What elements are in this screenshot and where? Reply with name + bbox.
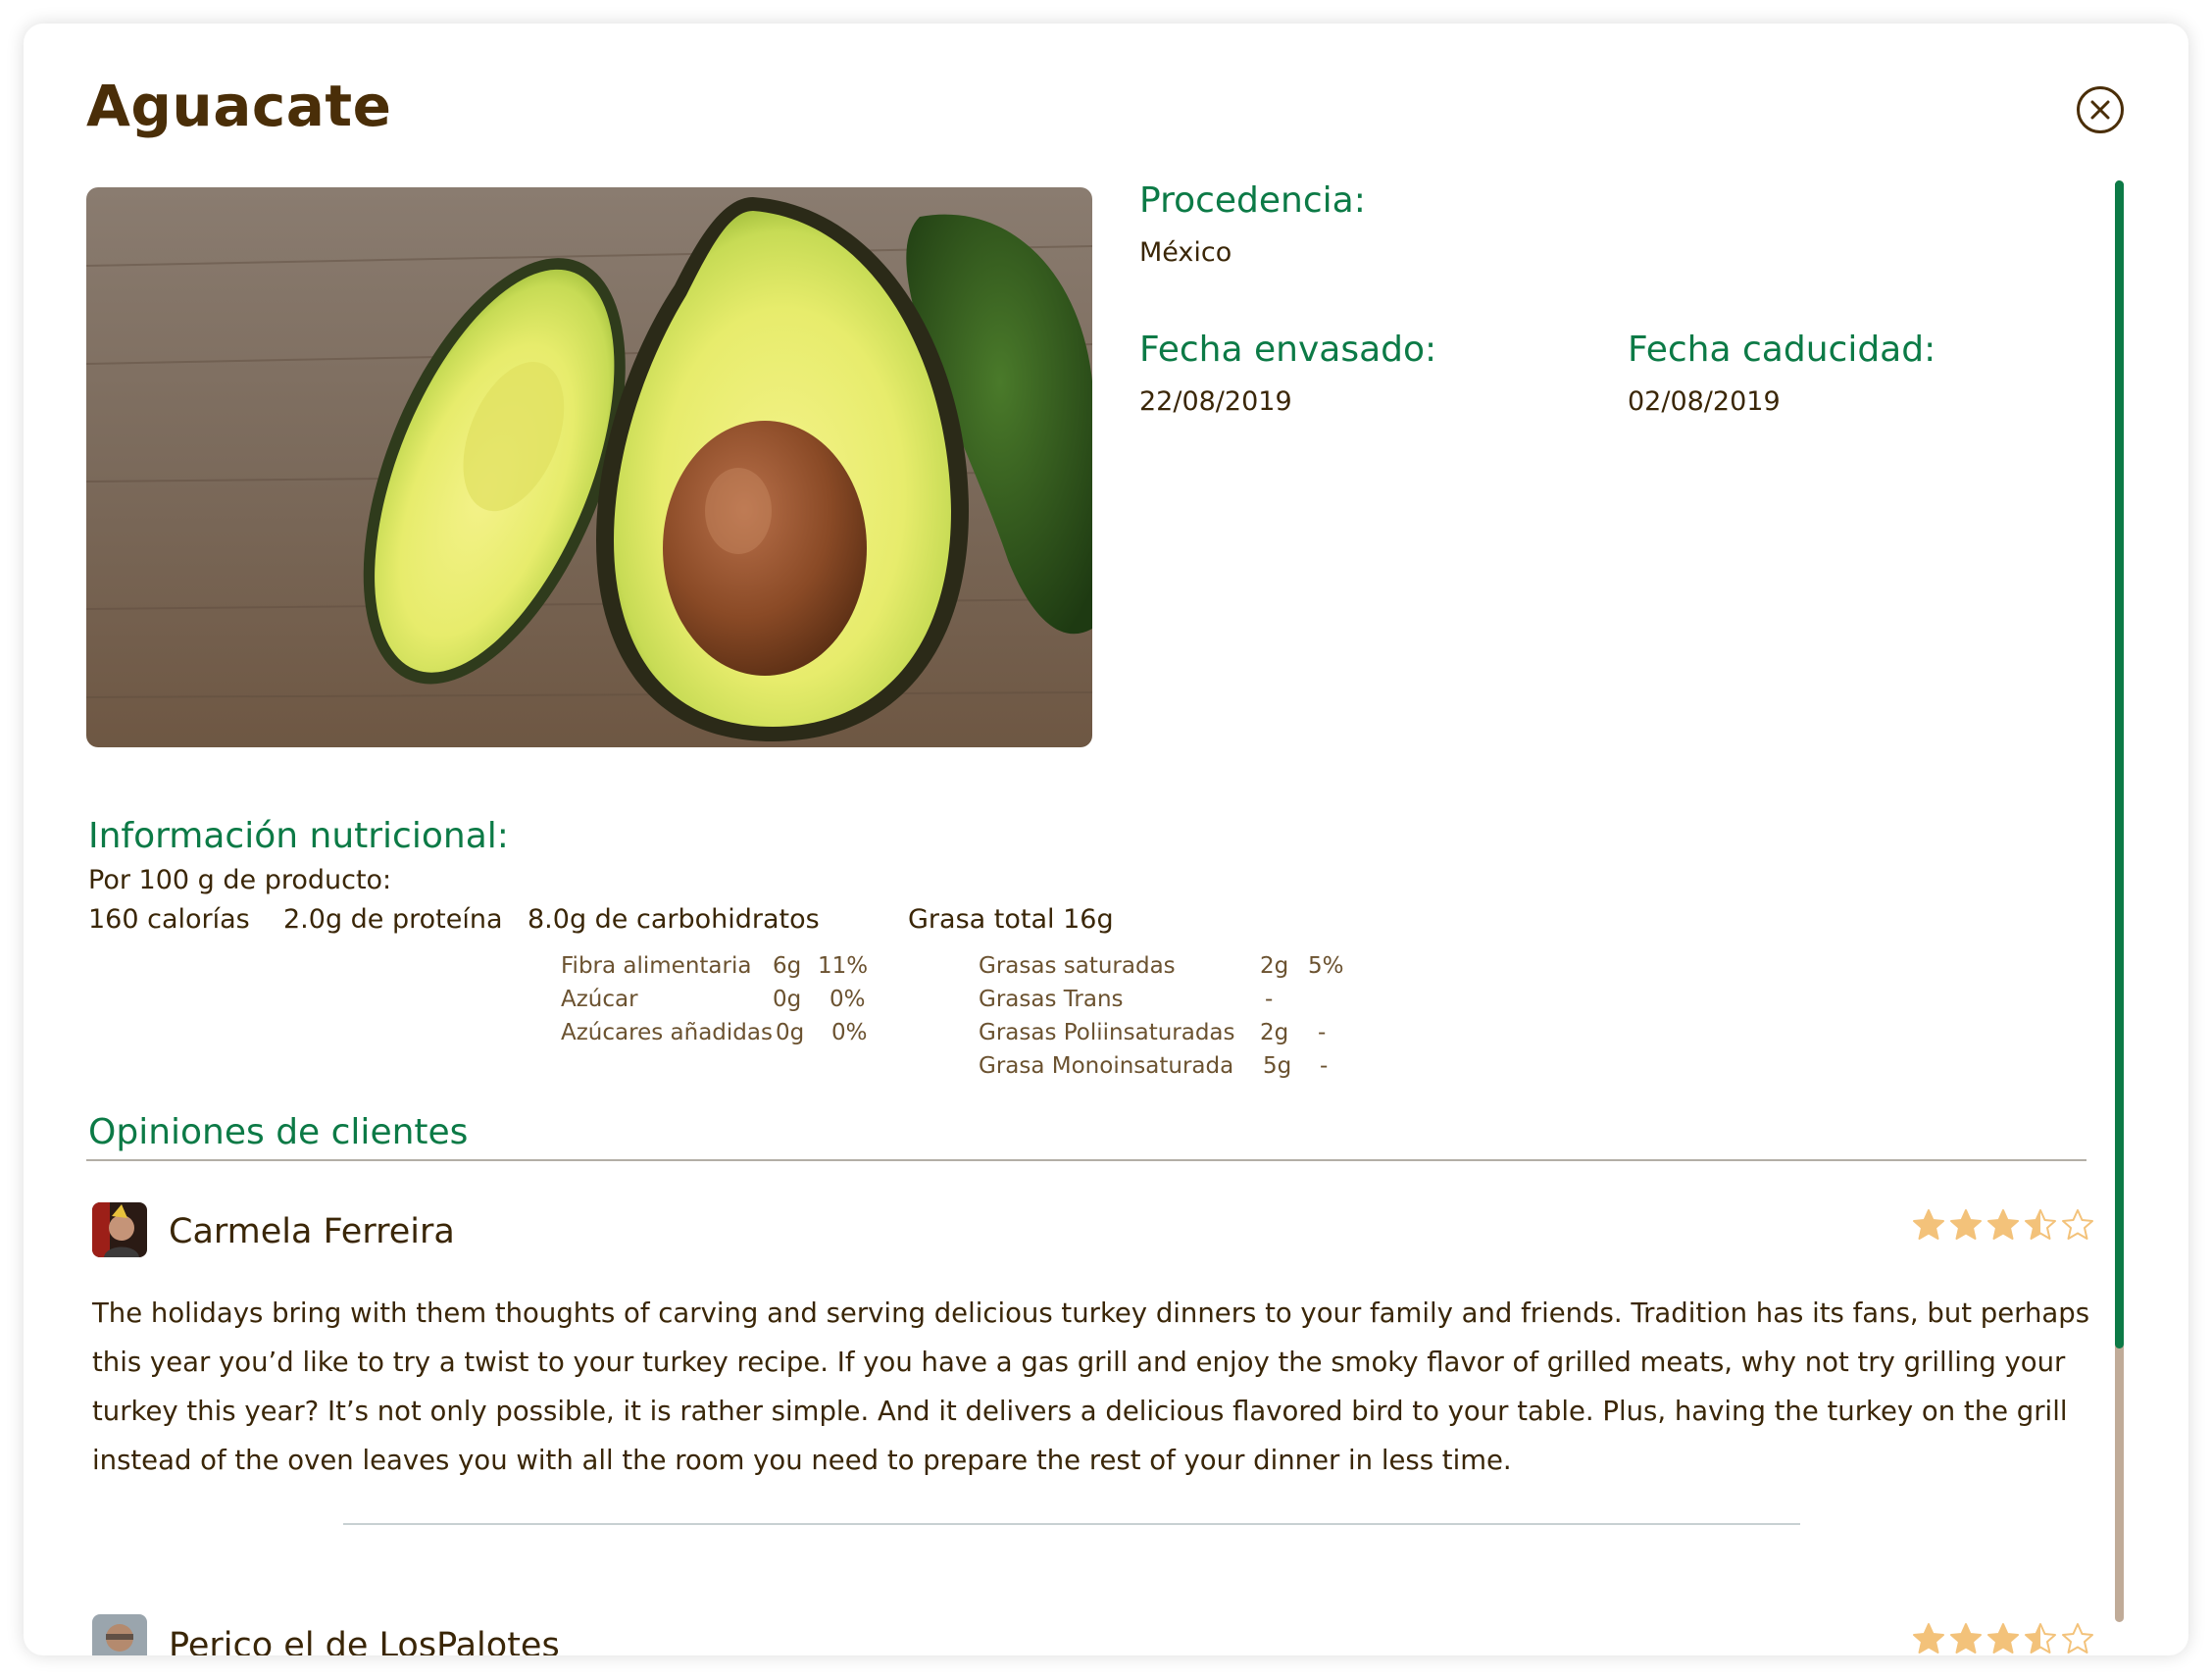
protein-value: 2.0g de proteína (283, 904, 503, 935)
user-avatar-icon (92, 1202, 147, 1257)
user-avatar-icon (92, 1614, 147, 1655)
avocado-image (86, 187, 1092, 747)
carbs-value: 8.0g de carbohidratos (528, 904, 820, 935)
reviews-divider (86, 1159, 2086, 1161)
star-full-icon (1950, 1623, 1982, 1654)
avatar (92, 1202, 147, 1257)
expiry-date-value: 02/08/2019 (1628, 386, 1781, 417)
nutrition-heading: Información nutricional: (88, 816, 509, 856)
fat-row-name: Grasas Poliinsaturadas (979, 1020, 1235, 1045)
reviewer-name: Carmela Ferreira (169, 1212, 455, 1251)
fat-row-name: Grasa Monoinsaturada (979, 1053, 1234, 1079)
packed-date-label: Fecha envasado: (1139, 330, 1437, 370)
scrollbar[interactable] (2115, 180, 2124, 1622)
star-full-icon (1913, 1623, 1944, 1654)
fat-row-amount: - (1265, 987, 1274, 1012)
reviewer-name: Perico el de LosPalotes (169, 1626, 560, 1655)
fat-row-pct: - (1318, 1020, 1327, 1045)
carb-row-name: Azúcar (561, 987, 638, 1012)
carb-row-name: Azúcares añadidas (561, 1020, 773, 1045)
carb-row-pct: 0% (831, 1020, 868, 1045)
carb-row-amount: 0g (773, 987, 802, 1012)
product-detail-modal: Aguacate Procedencia: México Fecha envas… (24, 24, 2188, 1655)
packed-date-value: 22/08/2019 (1139, 386, 1292, 417)
fat-row-amount: 5g (1263, 1053, 1292, 1079)
origin-label: Procedencia: (1139, 180, 1366, 221)
fat-row-pct: 5% (1308, 953, 1344, 979)
fat-row-amount: 2g (1260, 953, 1289, 979)
star-full-icon (1987, 1209, 2019, 1240)
star-empty-icon (2062, 1623, 2093, 1654)
star-half-icon (2025, 1209, 2056, 1240)
product-title: Aguacate (86, 73, 392, 139)
nutrition-per: Por 100 g de producto: (88, 865, 392, 895)
avatar (92, 1614, 147, 1655)
carb-row-amount: 0g (776, 1020, 805, 1045)
star-full-icon (1950, 1209, 1982, 1240)
fat-row-pct: - (1320, 1053, 1329, 1079)
fat-row-name: Grasas saturadas (979, 953, 1176, 979)
close-button[interactable] (2077, 86, 2124, 133)
reviews-heading: Opiniones de clientes (88, 1112, 469, 1152)
fat-row-amount: 2g (1260, 1020, 1289, 1045)
carb-row-name: Fibra alimentaria (561, 953, 752, 979)
review-separator (343, 1523, 1800, 1525)
star-full-icon (1913, 1209, 1944, 1240)
carb-row-amount: 6g (773, 953, 802, 979)
star-rating (1912, 1208, 2094, 1242)
calories-value: 160 calorías (88, 904, 250, 935)
star-empty-icon (2062, 1209, 2093, 1240)
origin-value: México (1139, 237, 1232, 268)
carb-row-pct: 0% (830, 987, 866, 1012)
star-rating (1912, 1622, 2094, 1655)
fat-value: Grasa total 16g (908, 904, 1114, 935)
star-half-icon (2025, 1623, 2056, 1654)
expiry-date-label: Fecha caducidad: (1628, 330, 1936, 370)
product-image (86, 187, 1092, 747)
scrollbar-thumb[interactable] (2115, 180, 2124, 1348)
carb-row-pct: 11% (818, 953, 869, 979)
review-text: The holidays bring with them thoughts of… (92, 1297, 2090, 1476)
star-full-icon (1987, 1623, 2019, 1654)
close-icon (2090, 100, 2110, 120)
fat-row-name: Grasas Trans (979, 987, 1124, 1012)
